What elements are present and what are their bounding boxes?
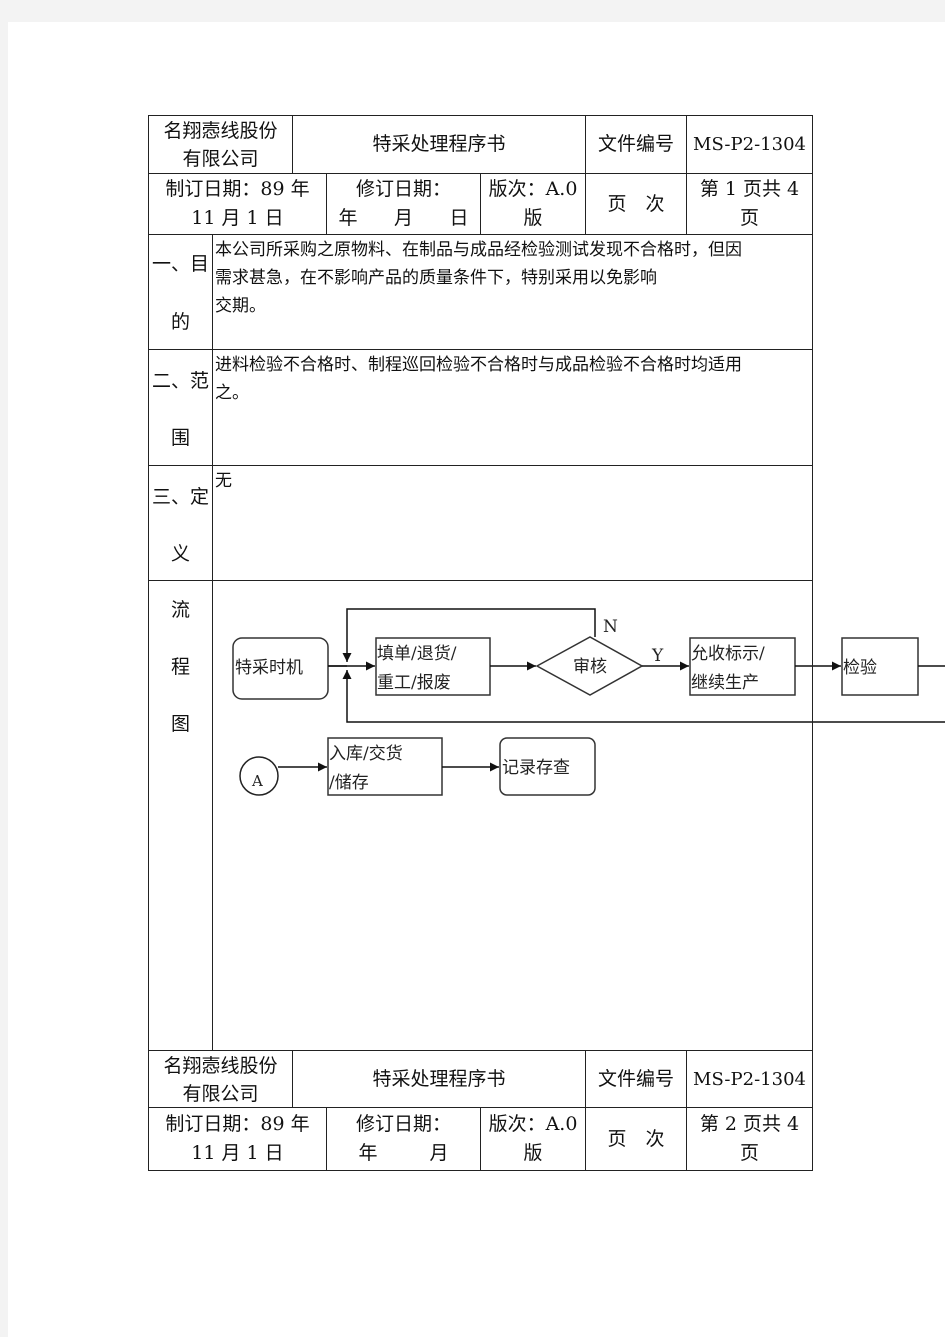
footer-version-line2: 版: [523, 1142, 543, 1164]
footer-company-name-line2: 有限公司: [182, 1082, 259, 1105]
footer-created-date-cell: 制订日期：89 年 11 月 1 日: [148, 1107, 327, 1171]
flow-store-line1: 入库/交货: [329, 744, 403, 764]
flow-yes-label: Y: [651, 646, 664, 666]
flow-no-label: N: [603, 617, 618, 637]
flow-start-label: 特采时机: [235, 658, 303, 678]
footer-page-label: 页 次: [607, 1127, 665, 1150]
footer-revised-date-line1: 修订日期：: [355, 1113, 451, 1135]
footer-company-name-cell: 名翔悫线股份 有限公司: [148, 1050, 293, 1108]
footer-page-label-cell: 页 次: [585, 1107, 687, 1171]
flow-fill-form-line1: 填单/退货/: [377, 644, 457, 664]
flow-accept-line1: 允收标示/: [691, 644, 765, 664]
footer-doc-no-label: 文件编号: [597, 1067, 674, 1090]
footer-version-line1: 版次：A.0: [488, 1113, 578, 1135]
footer-doc-title-cell: 特采处理程序书: [292, 1050, 586, 1108]
footer-page-number-cell: 第 2 页共 4 页: [686, 1107, 813, 1171]
footer-created-date-line2: 11 月 1 日: [191, 1142, 284, 1164]
flow-accept-line2: 继续生产: [691, 673, 759, 693]
flow-review-label: 审核: [573, 657, 607, 677]
footer-doc-no: MS-P2-1304: [693, 1068, 806, 1090]
footer-company-name-line1: 名翔悫线股份: [163, 1054, 278, 1077]
flow-connector-a-label: A: [251, 772, 263, 790]
footer-page-number-line2: 页: [739, 1142, 759, 1164]
flow-store-line2: /储存: [329, 773, 369, 793]
footer-doc-title: 特采处理程序书: [372, 1067, 506, 1090]
footer-doc-no-cell: MS-P2-1304: [686, 1050, 813, 1108]
footer-version-cell: 版次：A.0 版: [480, 1107, 586, 1171]
footer-page-number-line1: 第 2 页共 4: [699, 1113, 800, 1135]
footer-revised-month: 月: [429, 1142, 449, 1164]
flow-record-label: 记录存查: [502, 758, 570, 778]
footer-revised-year: 年: [358, 1142, 378, 1164]
flow-inspect-label: 检验: [843, 658, 877, 678]
footer-created-date-line1: 制订日期：89 年: [165, 1113, 310, 1135]
footer-doc-no-label-cell: 文件编号: [585, 1050, 687, 1108]
footer-revised-date-cell: 修订日期： 年 月: [326, 1107, 481, 1171]
flow-fill-form-line2: 重工/报废: [377, 673, 451, 693]
